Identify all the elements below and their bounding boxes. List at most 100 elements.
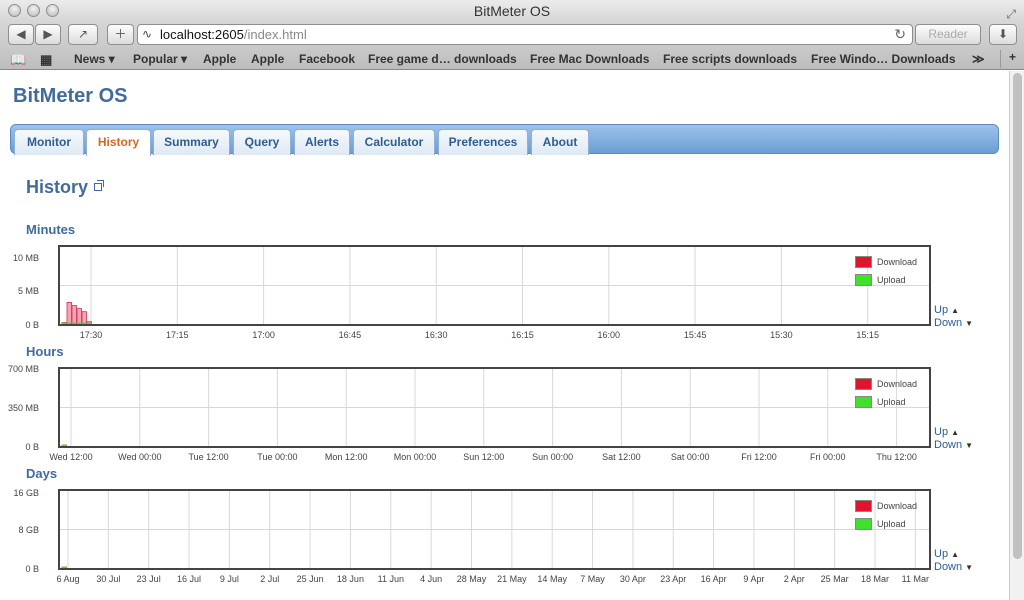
x-tick-label: Fri 00:00 xyxy=(810,452,846,462)
download-swatch xyxy=(855,256,872,268)
x-tick-label: 23 Jul xyxy=(136,574,161,584)
window-title: BitMeter OS xyxy=(473,3,551,19)
triangle-up-icon: ▲ xyxy=(951,550,959,559)
y-tick: 700 MB xyxy=(7,364,39,374)
close-window-button[interactable] xyxy=(8,4,21,17)
download-bar xyxy=(76,308,82,324)
x-tick-label: 16 Apr xyxy=(700,574,727,584)
activity-icon: ∿ xyxy=(142,27,153,41)
x-tick-label: 30 Apr xyxy=(619,574,646,584)
page-scrollbar[interactable] xyxy=(1009,71,1024,600)
download-bar xyxy=(71,305,77,324)
bookmarks-bar: 📖 ▦ News ▾ Popular ▾ Apple Apple Faceboo… xyxy=(0,48,1024,70)
tab-preferences[interactable]: Preferences xyxy=(438,129,528,155)
window-titlebar: BitMeter OS ⤢ xyxy=(0,0,1024,22)
bookmark-free-game[interactable]: Free game d… downloads xyxy=(368,52,517,66)
x-tick-label: 15:30 xyxy=(770,330,793,340)
x-tick-label: 17:30 xyxy=(79,330,103,340)
bookmark-apple-1[interactable]: Apple xyxy=(203,52,236,66)
upload-swatch xyxy=(855,274,872,286)
days-scroll-controls: Up ▲ Down ▼ xyxy=(934,548,973,574)
scroll-up-button[interactable]: Up ▲ xyxy=(934,548,973,561)
bookmark-free-mac[interactable]: Free Mac Downloads xyxy=(530,52,649,66)
address-bar[interactable]: ∿ localhost:2605/index.html ↻ xyxy=(137,24,913,45)
reader-button[interactable]: Reader xyxy=(915,24,981,45)
x-tick-label: 18 Mar xyxy=(860,574,890,584)
minutes-scroll-controls: Up ▲ Down ▼ xyxy=(934,304,973,330)
x-tick-label: Wed 12:00 xyxy=(49,452,93,462)
download-bar xyxy=(81,311,87,324)
x-tick-label: 21 May xyxy=(497,574,527,584)
zoom-window-button[interactable] xyxy=(46,4,59,17)
bookmark-free-scripts[interactable]: Free scripts downloads xyxy=(663,52,797,66)
upload-swatch xyxy=(855,518,872,530)
scroll-down-button[interactable]: Down ▼ xyxy=(934,317,973,330)
x-tick-label: 16:45 xyxy=(338,330,362,340)
x-tick-label: 2 Jul xyxy=(260,574,280,584)
chart-label-hours: Hours xyxy=(26,344,64,359)
add-tab-icon[interactable]: + xyxy=(1000,50,1024,68)
bookmark-popular[interactable]: Popular ▾ xyxy=(133,52,187,66)
x-tick-label: 16:30 xyxy=(424,330,448,340)
scrollbar-thumb[interactable] xyxy=(1013,73,1022,559)
upload-bar xyxy=(87,322,92,324)
chart-plot-area xyxy=(60,247,929,324)
upload-bar xyxy=(62,444,67,446)
bookmark-facebook[interactable]: Facebook xyxy=(299,52,355,66)
bookmark-apple-2[interactable]: Apple xyxy=(251,52,284,66)
reading-list-icon[interactable]: 📖 xyxy=(10,52,26,68)
x-tick-label: 18 Jun xyxy=(336,574,364,584)
tab-query[interactable]: Query xyxy=(233,129,291,155)
y-tick: 350 MB xyxy=(7,403,39,413)
page-heading: History xyxy=(26,177,89,197)
download-swatch xyxy=(855,378,872,390)
triangle-up-icon: ▲ xyxy=(951,306,959,315)
x-tick-label: Thu 12:00 xyxy=(876,452,917,462)
scroll-down-button[interactable]: Down ▼ xyxy=(934,561,973,574)
tab-alerts[interactable]: Alerts xyxy=(294,129,350,155)
tab-about[interactable]: About xyxy=(531,129,589,155)
x-tick-label: 16:15 xyxy=(511,330,534,340)
x-tick-label: Tue 00:00 xyxy=(257,452,298,462)
scroll-down-button[interactable]: Down ▼ xyxy=(934,439,973,452)
share-button[interactable]: ↗ xyxy=(68,24,98,45)
forward-button[interactable]: ▶ xyxy=(35,24,61,45)
main-tabs: Monitor History Summary Query Alerts Cal… xyxy=(10,124,999,156)
tab-summary[interactable]: Summary xyxy=(153,129,230,155)
x-tick-label: 25 Mar xyxy=(820,574,849,584)
tab-calculator[interactable]: Calculator xyxy=(353,129,435,155)
chart-label-minutes: Minutes xyxy=(26,222,76,237)
bookmark-free-windows[interactable]: Free Windo… Downloads xyxy=(811,52,956,66)
x-tick-label: 17:00 xyxy=(252,330,275,340)
tab-monitor[interactable]: Monitor xyxy=(14,129,84,155)
download-swatch xyxy=(855,500,872,512)
bookmarks-overflow-icon[interactable]: ≫ xyxy=(972,52,985,66)
x-tick-label: 16 Jul xyxy=(177,574,202,584)
scroll-up-button[interactable]: Up ▲ xyxy=(934,304,973,317)
reload-icon[interactable]: ↻ xyxy=(894,25,906,44)
y-tick: 0 B xyxy=(25,564,39,574)
triangle-up-icon: ▲ xyxy=(951,428,959,437)
hours-chart xyxy=(58,367,931,448)
y-tick: 0 B xyxy=(25,320,39,330)
share-icon: ↗ xyxy=(77,27,89,41)
minimize-window-button[interactable] xyxy=(27,4,40,17)
forward-arrow-icon: ▶ xyxy=(43,27,53,41)
bookmark-news[interactable]: News ▾ xyxy=(74,52,115,66)
x-tick-label: 11 Mar xyxy=(901,574,930,584)
x-tick-label: Fri 12:00 xyxy=(741,452,777,462)
top-sites-icon[interactable]: ▦ xyxy=(40,52,52,68)
scroll-up-button[interactable]: Up ▲ xyxy=(934,426,973,439)
app-title: BitMeter OS xyxy=(13,85,128,107)
tab-history[interactable]: History xyxy=(86,129,151,156)
x-tick-label: 2 Apr xyxy=(783,574,805,584)
y-tick: 10 MB xyxy=(12,253,39,263)
downloads-button[interactable]: ⬇ xyxy=(989,24,1017,45)
chart-label-days: Days xyxy=(26,466,58,481)
new-tab-button[interactable]: ＋ xyxy=(107,24,134,45)
upload-bar xyxy=(62,322,67,324)
x-tick-label: Mon 00:00 xyxy=(393,452,437,462)
upload-swatch xyxy=(855,396,872,408)
popout-icon[interactable] xyxy=(94,180,104,191)
back-button[interactable]: ◀ xyxy=(8,24,34,45)
